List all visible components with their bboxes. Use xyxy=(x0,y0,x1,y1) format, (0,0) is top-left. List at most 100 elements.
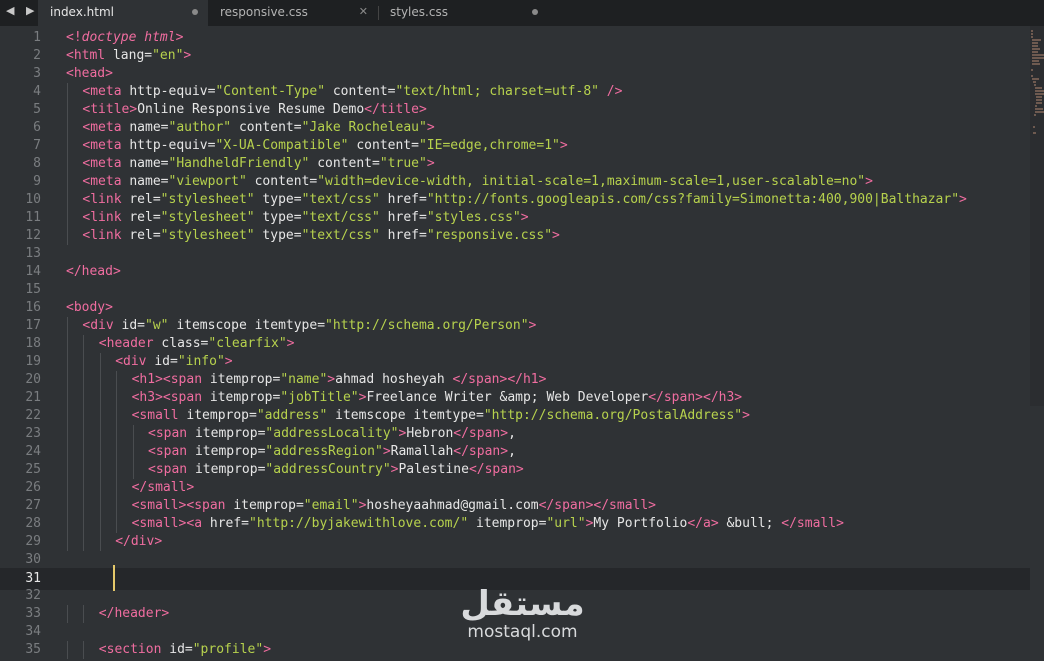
code-token-str: "viewport" xyxy=(168,174,247,189)
code-token-attr: content= xyxy=(309,156,380,171)
code-line[interactable]: 3 <head> xyxy=(0,65,1030,83)
indent-guide xyxy=(99,515,101,533)
indent-guide xyxy=(99,425,101,443)
code-token-str: "http://schema.org/Person" xyxy=(325,318,529,333)
line-number: 20 xyxy=(25,372,41,387)
code-line[interactable]: 1 <!doctype html> xyxy=(0,29,1030,47)
code-token-tag: </small> xyxy=(781,516,844,531)
minimap-line xyxy=(1034,114,1036,116)
code-line[interactable]: 29 </div> xyxy=(0,533,1030,551)
code-line[interactable]: 30 xyxy=(0,551,1030,569)
code-line[interactable]: 20 <h1><span itemprop="name">ahmad hoshey… xyxy=(0,371,1030,389)
code-token-txt: &bull; xyxy=(718,516,782,531)
code-text: <h3><span itemprop="jobTitle">Freelance … xyxy=(132,389,743,407)
line-number: 12 xyxy=(25,228,41,243)
indent-guide xyxy=(83,407,85,425)
code-token-str: "addressCountry" xyxy=(265,462,391,477)
line-number: 22 xyxy=(25,408,41,423)
code-line[interactable]: 7 <meta http-equiv="X-UA-Compatible" cont… xyxy=(0,137,1030,155)
code-editor[interactable]: 1 <!doctype html> 2 <html lang="en"> 3 <head>… xyxy=(0,26,1030,661)
code-token-tag: > xyxy=(520,210,529,225)
code-line[interactable]: 21 <h3><span itemprop="jobTitle">Freelanc… xyxy=(0,389,1030,407)
code-line[interactable]: 15 xyxy=(0,281,1030,299)
code-token-attr: name= xyxy=(121,156,169,171)
code-token-attr: id= xyxy=(161,642,193,657)
code-line[interactable]: 4 <meta http-equiv="Content-Type" content… xyxy=(0,83,1030,101)
code-token-attr: rel= xyxy=(121,192,161,207)
code-token-tag: <link xyxy=(82,192,122,207)
code-token-attr: type= xyxy=(254,210,302,225)
indent-guide xyxy=(83,443,85,461)
line-number: 34 xyxy=(25,624,41,639)
code-line[interactable]: 19 <div id="info"> xyxy=(0,353,1030,371)
code-token-attr: itemprop= xyxy=(187,462,266,477)
code-token-tag: <title> xyxy=(82,102,138,117)
code-token-str: "name" xyxy=(280,372,328,387)
tab-index-html[interactable]: index.html xyxy=(38,0,208,26)
code-line[interactable]: 10 <link rel="stylesheet" type="text/css"… xyxy=(0,191,1030,209)
code-line[interactable]: 28 <small><a href="http://byjakewithlove.… xyxy=(0,515,1030,533)
code-token-txt: , xyxy=(508,444,516,459)
code-line[interactable]: 5 <title>Online Responsive Resume Demo</t… xyxy=(0,101,1030,119)
code-text: <h1><span itemprop="name">ahmad hosheyah… xyxy=(132,371,547,389)
indent-guide xyxy=(83,605,85,623)
indent-guide xyxy=(67,461,68,479)
code-line[interactable]: 26 </small> xyxy=(0,479,1030,497)
code-line[interactable]: 18 <header class="clearfix"> xyxy=(0,335,1030,353)
line-number: 11 xyxy=(25,210,41,225)
code-line[interactable]: 24 <span itemprop="addressRegion">Ramalla… xyxy=(0,443,1030,461)
minimap-line xyxy=(1032,54,1044,56)
line-number: 25 xyxy=(25,462,41,477)
tab-responsive-css[interactable]: responsive.css ✕ xyxy=(208,0,378,26)
code-line[interactable]: 17 <div id="w" itemscope itemtype="http:/… xyxy=(0,317,1030,335)
code-token-str: "info" xyxy=(177,354,225,369)
code-token-attr: lang= xyxy=(105,48,153,63)
code-text: <small itemprop="address" itemscope item… xyxy=(132,407,750,425)
line-number: 14 xyxy=(25,264,41,279)
code-token-tag: </span> xyxy=(453,444,509,459)
line-number: 15 xyxy=(25,282,41,297)
code-token-attr: id= xyxy=(146,354,178,369)
code-line[interactable]: 6 <meta name="author" content="Jake Roche… xyxy=(0,119,1030,137)
code-token-tag: </span></small> xyxy=(538,498,657,513)
code-text: <meta http-equiv="X-UA-Compatible" conte… xyxy=(82,137,567,155)
close-icon[interactable]: ✕ xyxy=(359,0,368,24)
indent-guide xyxy=(83,461,85,479)
code-token-str: "addressLocality" xyxy=(265,426,399,441)
indent-guide xyxy=(132,425,134,443)
code-line[interactable]: 27 <small><span itemprop="email">hosheyaa… xyxy=(0,497,1030,515)
code-token-tag: > xyxy=(327,372,336,387)
code-line[interactable]: 13 xyxy=(0,245,1030,263)
code-line[interactable]: 22 <small itemprop="address" itemscope it… xyxy=(0,407,1030,425)
code-line[interactable]: 9 <meta name="viewport" content="width=de… xyxy=(0,173,1030,191)
line-number: 26 xyxy=(25,480,41,495)
minimap-line xyxy=(1036,102,1042,104)
code-line[interactable]: 23 <span itemprop="addressLocality">Hebro… xyxy=(0,425,1030,443)
code-text: <section id="profile"> xyxy=(99,641,271,659)
code-line[interactable]: 8 <meta name="HandheldFriendly" content="… xyxy=(0,155,1030,173)
code-line[interactable]: 16 <body> xyxy=(0,299,1030,317)
indent-guide xyxy=(99,461,101,479)
modified-dot-icon[interactable] xyxy=(532,9,538,15)
tab-styles-css[interactable]: styles.css xyxy=(378,0,548,26)
minimap-line xyxy=(1035,93,1044,95)
code-token-str: "text/css" xyxy=(301,228,380,243)
code-line[interactable]: 2 <html lang="en"> xyxy=(0,47,1030,65)
modified-dot-icon[interactable] xyxy=(192,9,198,15)
code-token-tag: <header xyxy=(98,336,154,351)
minimap-line xyxy=(1032,63,1040,65)
code-text: <link rel="stylesheet" type="text/css" h… xyxy=(82,227,559,245)
tab-nav-arrows-icon[interactable]: ◀ ▶ xyxy=(6,4,38,17)
code-line[interactable]: 11 <link rel="stylesheet" type="text/css"… xyxy=(0,209,1030,227)
code-line[interactable]: 12 <link rel="stylesheet" type="text/css"… xyxy=(0,227,1030,245)
code-token-str: "X-UA-Compatible" xyxy=(215,138,349,153)
code-text: <div id="w" itemscope itemtype="http://s… xyxy=(82,317,536,335)
code-token-tag: <div xyxy=(82,318,114,333)
code-line[interactable]: 14 </head> xyxy=(0,263,1030,281)
minimap-line xyxy=(1034,84,1036,86)
minimap[interactable] xyxy=(1030,26,1044,406)
indent-guide xyxy=(83,515,85,533)
code-token-str: "address" xyxy=(256,408,328,423)
code-token-tag: <h1><span xyxy=(131,372,203,387)
code-line[interactable]: 25 <span itemprop="addressCountry">Palest… xyxy=(0,461,1030,479)
